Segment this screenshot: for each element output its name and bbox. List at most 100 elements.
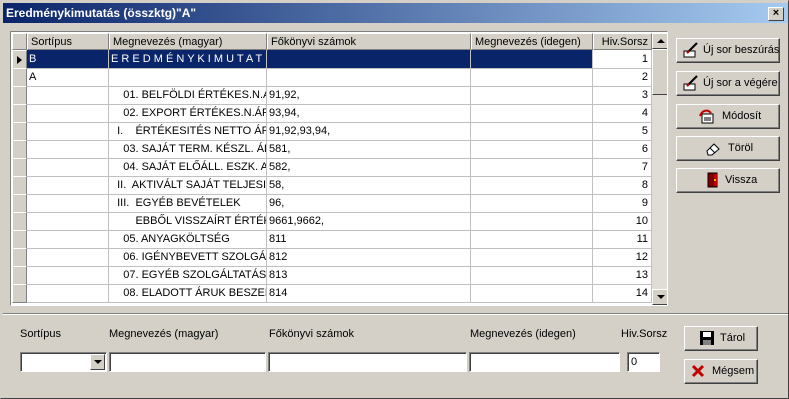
cell-megnevezes[interactable]: EBBŐL VISSZAÍRT ÉRTÉK (109, 212, 267, 231)
new-row-end-button[interactable]: Új sor a végére (676, 71, 780, 96)
cell-megnevezes[interactable]: 01. BELFÖLDI ÉRTÉKES.N.ÁR (109, 86, 267, 105)
cell-sortipus[interactable] (27, 158, 109, 177)
cell-fokonyvi[interactable]: 58, (267, 176, 471, 195)
row-indicator[interactable] (12, 212, 27, 231)
cell-sorsz[interactable]: 1 (593, 50, 652, 69)
cell-sorsz[interactable]: 12 (593, 248, 652, 267)
cell-megnevezes[interactable]: II. AKTIVÁLT SAJÁT TELJESIT (109, 176, 267, 195)
megnevezes-field[interactable] (109, 352, 266, 372)
cell-megnevezes[interactable]: 06. IGÉNYBEVETT SZOLGÁLT (109, 248, 267, 267)
table-row[interactable]: I. ÉRTÉKESITÉS NETTO ÁRE 91,92,93,94, 5 (12, 122, 652, 141)
cancel-button[interactable]: Mégsem (684, 359, 758, 384)
cell-idegen[interactable] (471, 158, 593, 177)
row-indicator[interactable] (12, 266, 27, 285)
scroll-down-button[interactable] (652, 289, 667, 305)
cell-sortipus[interactable] (27, 248, 109, 267)
row-indicator[interactable] (12, 158, 27, 177)
table-row[interactable]: II. AKTIVÁLT SAJÁT TELJESIT 58, 8 (12, 176, 652, 195)
cell-megnevezes[interactable]: 04. SAJÁT ELŐÁLL. ESZK. AK (109, 158, 267, 177)
cell-sorsz[interactable]: 14 (593, 284, 652, 303)
cell-sorsz[interactable]: 13 (593, 266, 652, 285)
row-indicator[interactable] (12, 86, 27, 105)
cell-megnevezes[interactable]: 02. EXPORT ÉRTÉKES.N.ÁRE (109, 104, 267, 123)
table-row[interactable]: A2 (12, 68, 652, 87)
row-indicator[interactable] (12, 104, 27, 123)
row-indicator[interactable] (12, 230, 27, 249)
header-megnevezes[interactable]: Megnevezés (magyar) (109, 33, 267, 50)
cell-fokonyvi[interactable]: 812 (267, 248, 471, 267)
cell-sortipus[interactable] (27, 230, 109, 249)
header-sortipus[interactable]: Sortípus (27, 33, 109, 50)
table-row[interactable]: EBBŐL VISSZAÍRT ÉRTÉK 9661,9662, 10 (12, 212, 652, 231)
header-fokonyvi[interactable]: Főkönyvi számok (267, 33, 471, 50)
cell-sortipus[interactable] (27, 266, 109, 285)
row-indicator[interactable] (12, 194, 27, 213)
row-indicator[interactable] (12, 176, 27, 195)
cell-idegen[interactable] (471, 266, 593, 285)
table-row[interactable]: 04. SAJÁT ELŐÁLL. ESZK. AK 582, 7 (12, 158, 652, 177)
cell-fokonyvi[interactable]: 9661,9662, (267, 212, 471, 231)
table-row[interactable]: 03. SAJÁT TERM. KÉSZL. ÁLL 581, 6 (12, 140, 652, 159)
cell-sorsz[interactable]: 2 (593, 68, 652, 87)
cell-sorsz[interactable]: 9 (593, 194, 652, 213)
cell-fokonyvi[interactable]: 813 (267, 266, 471, 285)
cell-fokonyvi[interactable]: 91,92, (267, 86, 471, 105)
delete-button[interactable]: Töröl (676, 136, 780, 161)
cell-sorsz[interactable]: 8 (593, 176, 652, 195)
cell-fokonyvi[interactable]: 582, (267, 158, 471, 177)
cell-sortipus[interactable]: B (27, 50, 109, 69)
cell-sorsz[interactable]: 6 (593, 140, 652, 159)
cell-idegen[interactable] (471, 194, 593, 213)
row-indicator[interactable] (12, 122, 27, 141)
cell-idegen[interactable] (471, 86, 593, 105)
cell-idegen[interactable] (471, 248, 593, 267)
cell-fokonyvi[interactable]: 581, (267, 140, 471, 159)
cell-idegen[interactable] (471, 140, 593, 159)
cell-sorsz[interactable]: 7 (593, 158, 652, 177)
cell-megnevezes[interactable]: 08. ELADOTT ÁRUK BESZER. (109, 284, 267, 303)
modify-button[interactable]: Módosít (676, 104, 780, 129)
cell-idegen[interactable] (471, 50, 593, 69)
cell-sortipus[interactable] (27, 86, 109, 105)
cell-idegen[interactable] (471, 284, 593, 303)
dropdown-button[interactable] (90, 354, 105, 370)
cell-idegen[interactable] (471, 176, 593, 195)
table-row[interactable]: 06. IGÉNYBEVETT SZOLGÁLT 812 12 (12, 248, 652, 267)
sorsz-field[interactable]: 0 (627, 352, 660, 372)
table-row[interactable]: 01. BELFÖLDI ÉRTÉKES.N.ÁR 91,92, 3 (12, 86, 652, 105)
table-row[interactable]: 02. EXPORT ÉRTÉKES.N.ÁRE 93,94, 4 (12, 104, 652, 123)
cell-sortipus[interactable] (27, 284, 109, 303)
cell-sorsz[interactable]: 5 (593, 122, 652, 141)
cell-sortipus[interactable] (27, 140, 109, 159)
scroll-up-button[interactable] (652, 33, 667, 49)
fokonyvi-field[interactable] (268, 352, 467, 372)
records-grid[interactable]: Sortípus Megnevezés (magyar) Főkönyvi sz… (10, 31, 668, 306)
close-button[interactable]: × (768, 7, 784, 21)
cell-fokonyvi[interactable]: 814 (267, 284, 471, 303)
cell-fokonyvi[interactable] (267, 50, 471, 69)
cell-sortipus[interactable]: A (27, 68, 109, 87)
cell-megnevezes[interactable]: III. EGYÉB BEVÉTELEK (109, 194, 267, 213)
grid-scrollbar[interactable] (652, 33, 667, 305)
header-sorsz[interactable]: Hiv.Sorsz (593, 33, 652, 50)
cell-sorsz[interactable]: 3 (593, 86, 652, 105)
cell-idegen[interactable] (471, 104, 593, 123)
table-row[interactable]: 05. ANYAGKÖLTSÉG 811 11 (12, 230, 652, 249)
scroll-thumb[interactable] (652, 49, 667, 95)
sortipus-select[interactable] (20, 352, 107, 372)
cell-sorsz[interactable]: 11 (593, 230, 652, 249)
cell-idegen[interactable] (471, 230, 593, 249)
table-row[interactable]: III. EGYÉB BEVÉTELEK 96, 9 (12, 194, 652, 213)
cell-megnevezes[interactable]: 03. SAJÁT TERM. KÉSZL. ÁLL (109, 140, 267, 159)
row-indicator[interactable] (12, 68, 27, 87)
cell-idegen[interactable] (471, 68, 593, 87)
cell-fokonyvi[interactable]: 96, (267, 194, 471, 213)
cell-idegen[interactable] (471, 122, 593, 141)
cell-sorsz[interactable]: 4 (593, 104, 652, 123)
cell-sorsz[interactable]: 10 (593, 212, 652, 231)
cell-sortipus[interactable] (27, 122, 109, 141)
cell-megnevezes[interactable]: I. ÉRTÉKESITÉS NETTO ÁRE (109, 122, 267, 141)
cell-sortipus[interactable] (27, 194, 109, 213)
cell-fokonyvi[interactable]: 93,94, (267, 104, 471, 123)
back-button[interactable]: Vissza (676, 168, 780, 193)
